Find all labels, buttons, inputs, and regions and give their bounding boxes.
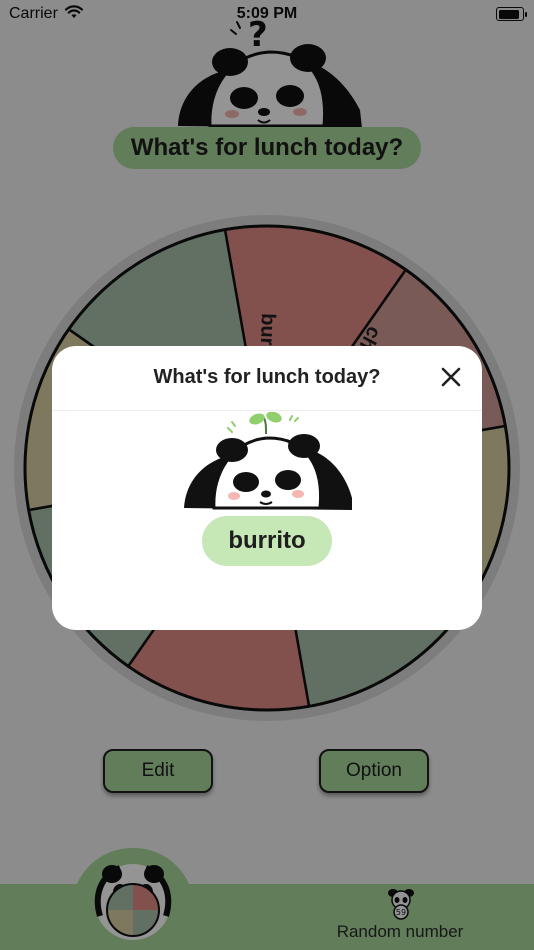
app-screen: Carrier 5:09 PM ? What's for lunch today… [0,0,534,950]
result-dialog: What's for lunch today? burrito [52,346,482,630]
result-text: burrito [228,527,306,554]
dialog-title: What's for lunch today? [153,366,381,388]
close-icon[interactable] [438,364,464,390]
dialog-divider [52,410,482,411]
result-badge: burrito [202,516,332,566]
panda-sprout-icon [184,412,352,510]
